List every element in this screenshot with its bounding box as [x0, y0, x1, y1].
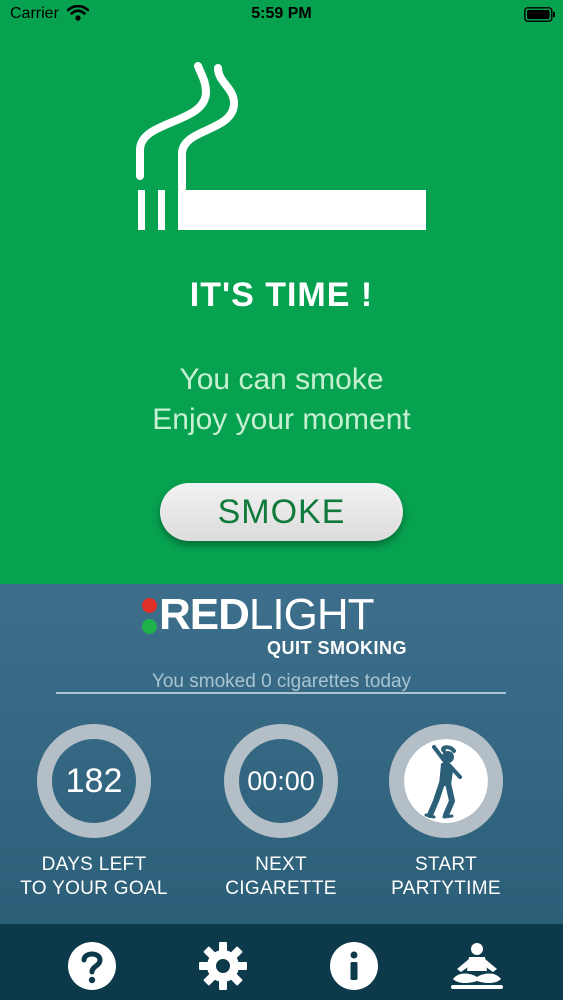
cigarette-icon: [136, 62, 426, 230]
logo-word-light: LIGHT: [248, 590, 375, 639]
dancer-icon: [424, 745, 462, 819]
tab-bar: [0, 924, 563, 1000]
logo-tagline: QUIT SMOKING: [267, 638, 407, 658]
status-time: 5:59 PM: [251, 5, 312, 22]
days-left-label-line-1: DAYS LEFT: [41, 854, 147, 875]
info-icon: [330, 942, 378, 990]
status-panel: IT'S TIME ! You can smoke Enjoy your mom…: [0, 0, 563, 584]
gear-icon: [199, 942, 247, 990]
status-message-line-2: Enjoy your moment: [152, 403, 411, 436]
logo-red-dot: [142, 598, 157, 613]
divider: [56, 692, 506, 694]
next-cigarette-value: 00:00: [247, 766, 315, 796]
status-message-line-1: You can smoke: [179, 363, 384, 396]
partytime-button[interactable]: [389, 724, 503, 838]
partytime-label-line-1: START: [414, 854, 478, 875]
partytime-label-line-2: PARTYTIME: [391, 878, 501, 899]
logo-word-bold: RED: [159, 590, 250, 639]
status-bar: Carrier 5:59 PM: [0, 0, 563, 30]
smoked-today-text: You smoked 0 cigarettes today: [151, 671, 412, 692]
tab-relax[interactable]: [449, 941, 505, 991]
meditation-icon: [451, 943, 503, 989]
days-left-value: 182: [65, 762, 123, 800]
days-left-label-line-2: TO YOUR GOAL: [20, 878, 168, 899]
smoke-button[interactable]: SMOKE: [160, 483, 403, 541]
tab-help[interactable]: [67, 941, 117, 991]
days-left-label: DAYS LEFT TO YOUR GOAL: [0, 853, 194, 901]
partytime-label: START PARTYTIME: [346, 853, 546, 901]
battery-icon: [524, 7, 555, 22]
tab-info[interactable]: [329, 941, 379, 991]
tab-settings[interactable]: [198, 941, 248, 991]
partytime-inner: [404, 739, 488, 823]
days-left-ring: 182: [37, 724, 151, 838]
help-icon: [68, 942, 116, 990]
status-headline: IT'S TIME !: [189, 276, 374, 314]
redlight-logo: REDLIGHT QUIT SMOKING: [139, 590, 429, 662]
logo-wordmark: REDLIGHT: [159, 590, 375, 640]
logo-green-dot: [142, 619, 157, 634]
app-screen: IT'S TIME ! You can smoke Enjoy your mom…: [0, 0, 563, 1000]
next-cigarette-ring: 00:00: [224, 724, 338, 838]
